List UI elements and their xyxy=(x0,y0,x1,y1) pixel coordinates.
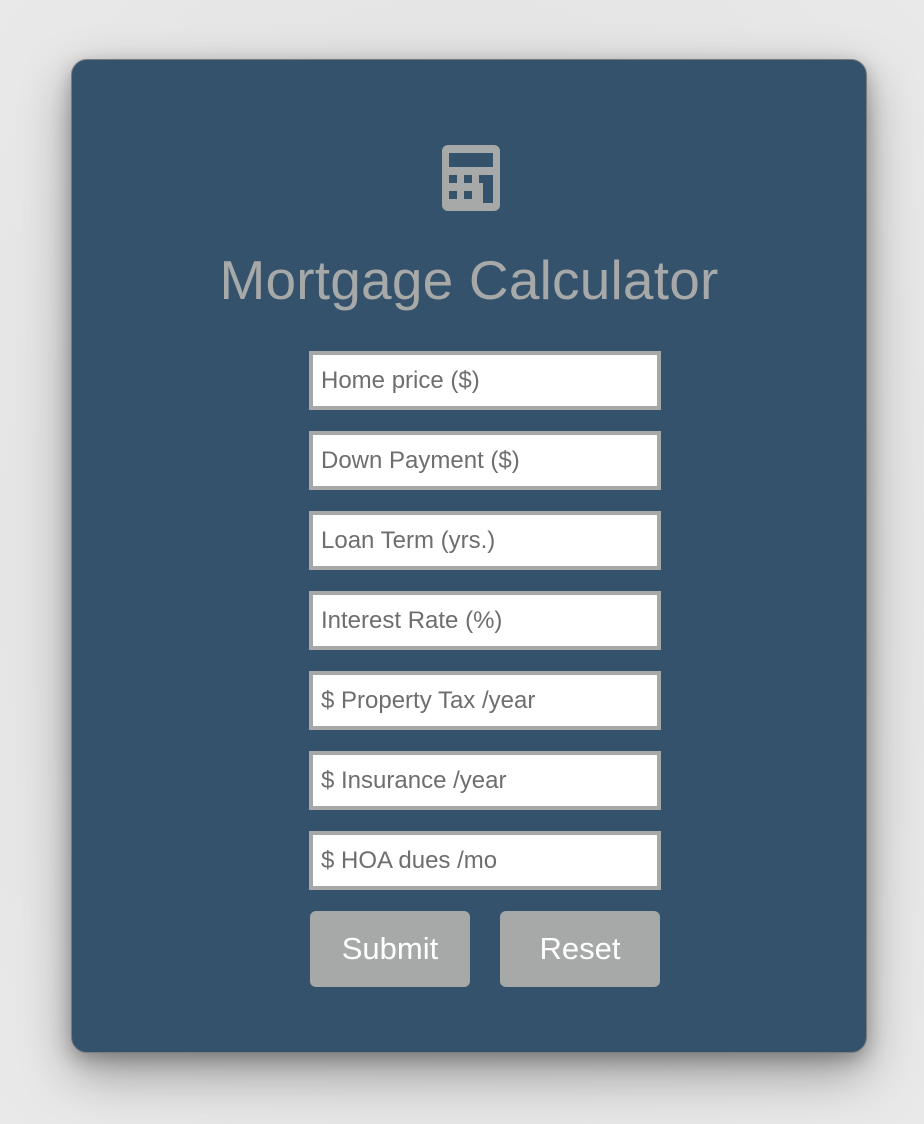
calculator-icon xyxy=(442,145,500,211)
page-title: Mortgage Calculator xyxy=(219,249,719,311)
page: Mortgage Calculator Submit Reset xyxy=(0,0,924,1124)
home-price-input[interactable] xyxy=(309,351,661,410)
calculator-card: Mortgage Calculator Submit Reset xyxy=(71,59,867,1053)
hoa-dues-input[interactable] xyxy=(309,831,661,890)
loan-term-input[interactable] xyxy=(309,511,661,570)
reset-button[interactable]: Reset xyxy=(500,911,660,987)
insurance-input[interactable] xyxy=(309,751,661,810)
down-payment-input[interactable] xyxy=(309,431,661,490)
interest-rate-input[interactable] xyxy=(309,591,661,650)
property-tax-input[interactable] xyxy=(309,671,661,730)
submit-button[interactable]: Submit xyxy=(310,911,470,987)
